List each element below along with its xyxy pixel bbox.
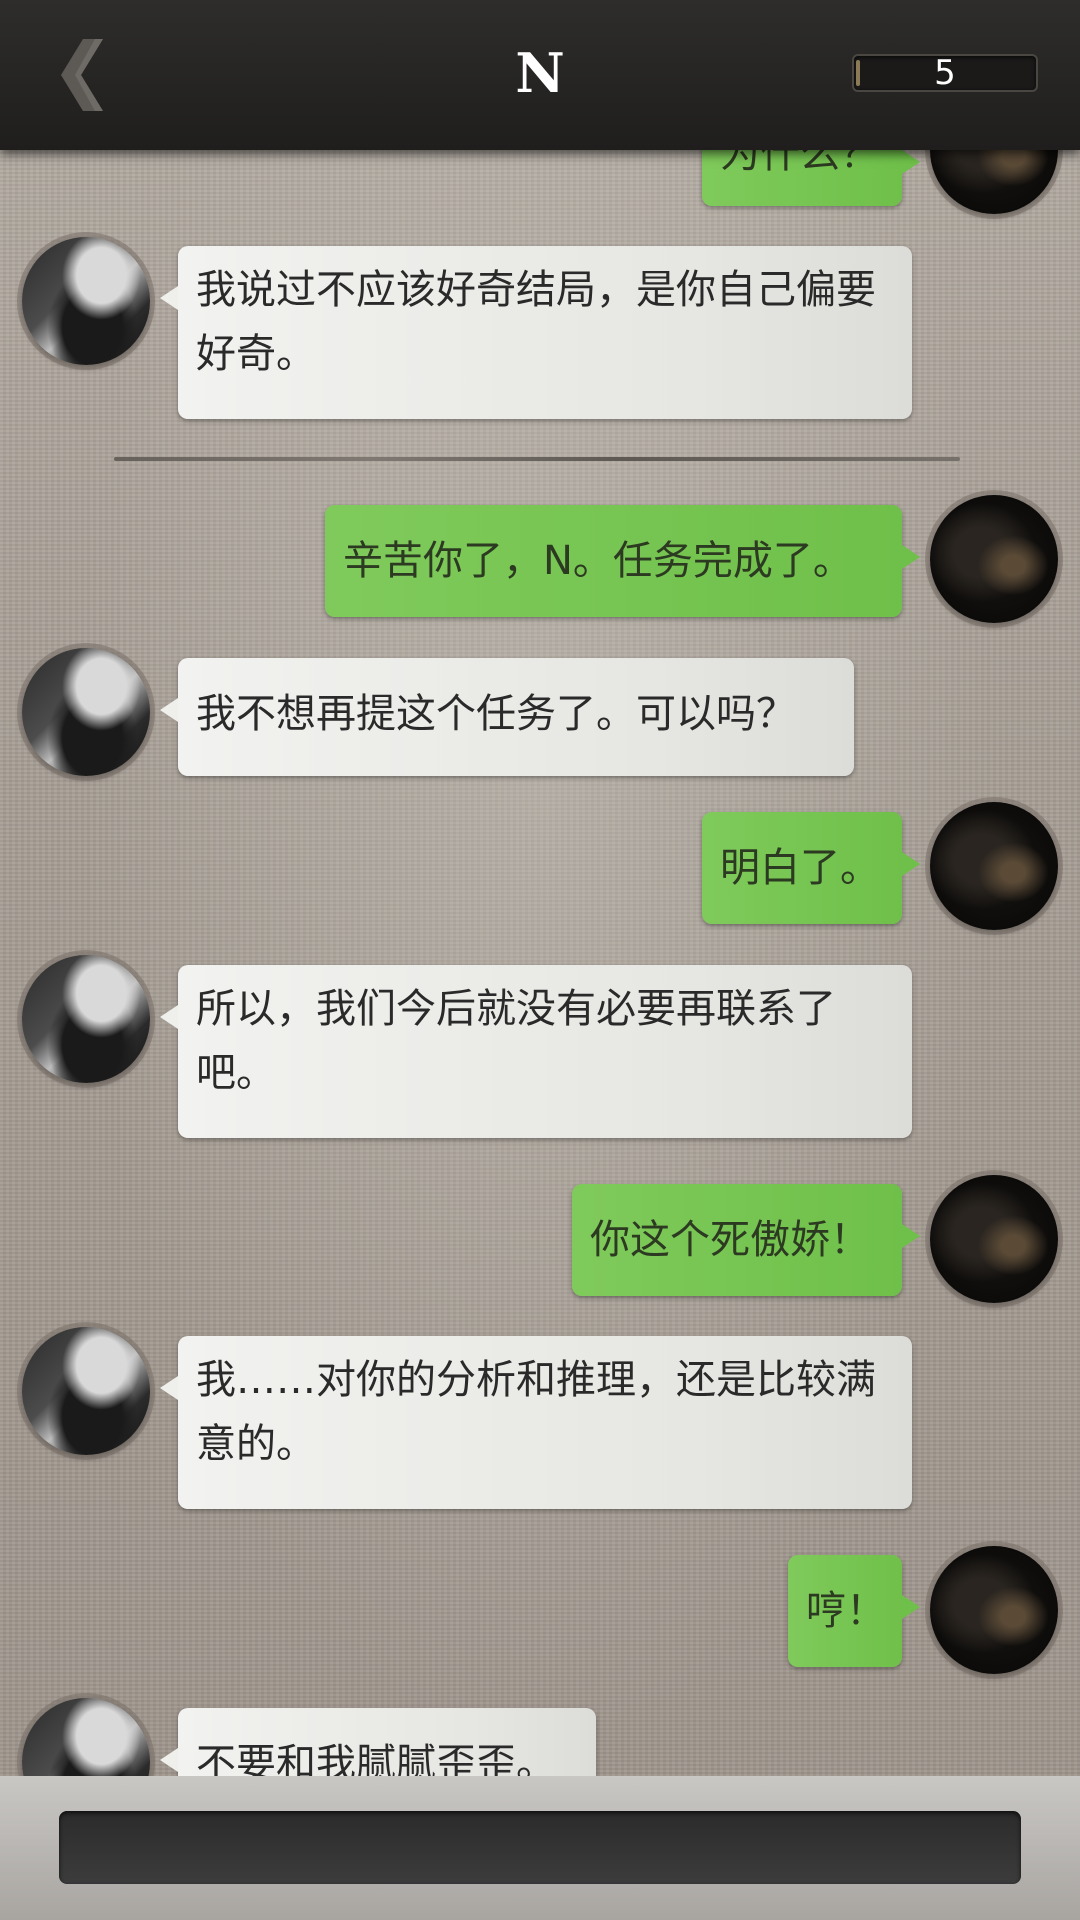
section-divider: [114, 457, 960, 461]
reply-input-box[interactable]: [59, 1811, 1021, 1884]
my-avatar[interactable]: [930, 1546, 1058, 1674]
n-message-bubble[interactable]: 所以，我们今后就没有必要再联系了吧。: [160, 965, 912, 1138]
n-avatar[interactable]: [22, 955, 150, 1083]
my-avatar[interactable]: [930, 495, 1058, 623]
my-message-bubble[interactable]: 你这个死傲娇！: [572, 1184, 920, 1296]
my-avatar[interactable]: [930, 802, 1058, 930]
progress-counter: 5: [852, 54, 1038, 92]
message-text: 你这个死傲娇！: [590, 1217, 870, 1263]
message-text: 所以，我们今后就没有必要再联系了吧。: [196, 986, 836, 1096]
message-text: 辛苦你了，N。任务完成了。: [343, 538, 853, 584]
my-message-bubble[interactable]: 哼！: [788, 1555, 920, 1667]
message-text: 哼！: [806, 1588, 886, 1634]
my-message-bubble[interactable]: 辛苦你了，N。任务完成了。: [325, 505, 920, 617]
message-text: 明白了。: [720, 845, 880, 891]
n-message-bubble[interactable]: 我说过不应该好奇结局，是你自己偏要好奇。: [160, 246, 912, 419]
message-text: 我不想再提这个任务了。可以吗？: [196, 691, 796, 737]
counter-value: 5: [934, 53, 956, 93]
message-text: 我说过不应该好奇结局，是你自己偏要好奇。: [196, 267, 876, 377]
n-avatar[interactable]: [22, 237, 150, 365]
my-message-bubble[interactable]: 明白了。: [702, 812, 920, 924]
message-list[interactable]: 为什么？ 我说过不应该好奇结局，是你自己偏要好奇。 辛苦你了，N。任务完成了。 …: [0, 0, 1080, 1920]
n-avatar[interactable]: [22, 648, 150, 776]
message-text: 我……对你的分析和推理，还是比较满意的。: [196, 1357, 876, 1467]
my-avatar[interactable]: [930, 1175, 1058, 1303]
n-message-bubble[interactable]: 我不想再提这个任务了。可以吗？: [160, 658, 854, 776]
top-bar: N 5: [0, 0, 1080, 150]
n-avatar[interactable]: [22, 1327, 150, 1455]
n-message-bubble[interactable]: 我……对你的分析和推理，还是比较满意的。: [160, 1336, 912, 1509]
counter-indicator: [856, 60, 860, 86]
